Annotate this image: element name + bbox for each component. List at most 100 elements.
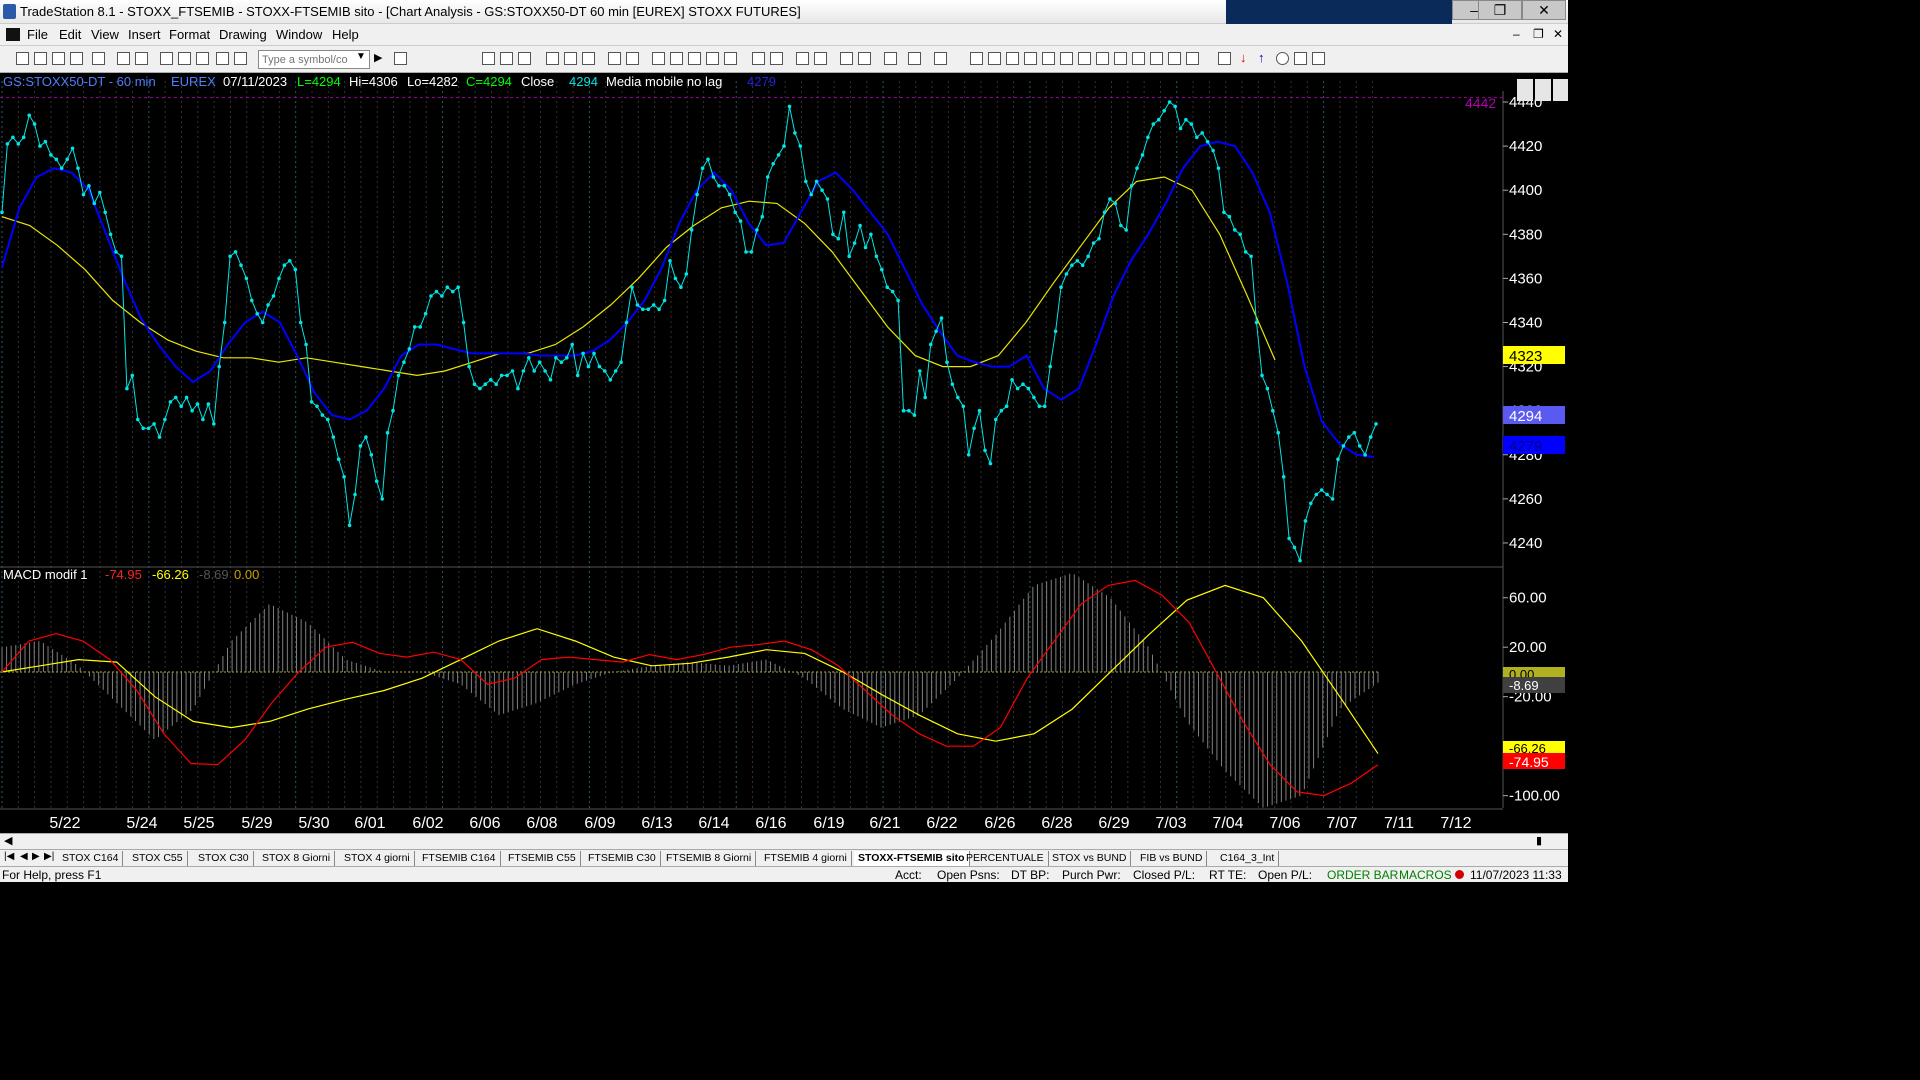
lock-icon[interactable] — [196, 52, 209, 65]
save-icon[interactable] — [52, 52, 65, 65]
andrews-icon[interactable] — [1186, 52, 1199, 65]
symbol-input[interactable] — [258, 50, 370, 69]
vertical-line-icon[interactable] — [988, 52, 1001, 65]
mdi-minimize-icon[interactable]: – — [1513, 27, 1520, 41]
menu-drawing[interactable]: Drawing — [219, 27, 267, 42]
text-icon[interactable] — [1024, 52, 1037, 65]
refresh-icon[interactable] — [582, 52, 595, 65]
crosshair-icon[interactable] — [858, 52, 871, 65]
mdi-close-icon[interactable]: ✕ — [1553, 27, 1563, 41]
tab-nav-next-icon[interactable]: ▶ — [32, 851, 40, 862]
arrow-down-icon[interactable]: ↓ — [1240, 50, 1247, 65]
trendline-icon[interactable] — [970, 52, 983, 65]
time-sales-icon[interactable] — [724, 52, 737, 65]
line-chart-icon[interactable] — [518, 52, 531, 65]
go-arrow-icon[interactable]: ▶ — [374, 51, 382, 64]
ellipse-icon[interactable] — [1276, 52, 1289, 65]
globe-icon[interactable] — [234, 52, 247, 65]
freehand-icon[interactable] — [1218, 52, 1231, 65]
chart-restore-icon[interactable] — [1535, 79, 1551, 101]
tab-nav-last-icon[interactable]: ▶| — [44, 851, 54, 862]
hotlist-icon[interactable] — [688, 52, 701, 65]
tab-percentuale[interactable]: PERCENTUALE — [962, 851, 1049, 866]
zoom-out-icon[interactable] — [814, 52, 827, 65]
new-icon[interactable] — [16, 52, 29, 65]
mdi-restore-icon[interactable]: ❐ — [1533, 27, 1544, 41]
scroll-right-icon[interactable]: ▮ — [1536, 834, 1542, 847]
print-preview-icon[interactable] — [117, 52, 130, 65]
tab-stox-c55[interactable]: STOX C55 — [128, 851, 188, 866]
print-icon[interactable] — [135, 52, 148, 65]
price-tag-blue: 4279 — [1509, 438, 1542, 455]
menu-insert[interactable]: Insert — [128, 27, 161, 42]
arrow-up-icon[interactable]: ↑ — [1258, 50, 1265, 65]
chart-minimize-icon[interactable] — [1517, 79, 1533, 101]
gann-icon[interactable] — [1096, 52, 1109, 65]
chart-close-icon[interactable] — [1553, 79, 1568, 101]
rectangle-icon[interactable] — [1294, 52, 1307, 65]
scroll-left-icon[interactable]: ◀ — [4, 834, 12, 847]
news-icon[interactable] — [706, 52, 719, 65]
spacing-increase-icon[interactable] — [752, 52, 765, 65]
fib-time-icon[interactable] — [1078, 52, 1091, 65]
zoom-in-icon[interactable] — [796, 52, 809, 65]
tab-ftsemib-c30[interactable]: FTSEMIB C30 — [584, 851, 661, 866]
tab-ftsemib-8-giorni[interactable]: FTSEMIB 8 Giorni — [662, 851, 757, 866]
spacing-decrease-icon[interactable] — [770, 52, 783, 65]
maximize-icon[interactable]: ❐ — [1478, 0, 1522, 20]
chart-area[interactable]: 4240426042804300432043404360438044004420… — [0, 73, 1568, 833]
tab-nav-prev-icon[interactable]: ◀ — [20, 851, 28, 862]
bar-chart-icon[interactable] — [482, 52, 495, 65]
tab-ftsemib-c55[interactable]: FTSEMIB C55 — [504, 851, 581, 866]
radar-icon[interactable] — [608, 52, 621, 65]
candle-chart-icon[interactable] — [500, 52, 513, 65]
horizontal-scrollbar[interactable]: ◀ ▮ — [0, 833, 1568, 849]
menu-edit[interactable]: Edit — [59, 27, 81, 42]
find-symbol-icon[interactable] — [394, 52, 407, 65]
tab-stox-4-giorni[interactable]: STOX 4 giorni — [340, 851, 415, 866]
macros-button[interactable]: MACROS — [1399, 868, 1452, 882]
speed-lines-icon[interactable] — [1168, 52, 1181, 65]
copy-icon[interactable] — [178, 52, 191, 65]
chart-window-icon[interactable] — [6, 28, 20, 41]
tab-stox-vs-bund[interactable]: STOX vs BUND — [1048, 851, 1132, 866]
tab-stox-c164[interactable]: STOX C164 — [58, 851, 124, 866]
channel-icon[interactable] — [1150, 52, 1163, 65]
fib-icon[interactable] — [1060, 52, 1073, 65]
tools-icon[interactable] — [216, 52, 229, 65]
options-icon[interactable] — [652, 52, 665, 65]
tab-nav-first-icon[interactable]: |◀ — [4, 851, 14, 862]
tab-fib-vs-bund[interactable]: FIB vs BUND — [1136, 851, 1208, 866]
indicator-icon[interactable] — [546, 52, 559, 65]
arrow-h-icon[interactable] — [1132, 52, 1145, 65]
menu-window[interactable]: Window — [276, 27, 322, 42]
save-all-icon[interactable] — [70, 52, 83, 65]
open-icon[interactable] — [34, 52, 47, 65]
tab-stox-8-giorni[interactable]: STOX 8 Giorni — [258, 851, 336, 866]
menu-file[interactable]: File — [27, 27, 48, 42]
tab-c164-3-int[interactable]: C164_3_Int — [1216, 851, 1280, 866]
matrix-icon[interactable] — [670, 52, 683, 65]
scanner-icon[interactable] — [626, 52, 639, 65]
strategy-icon[interactable] — [564, 52, 577, 65]
regression-icon[interactable] — [1114, 52, 1127, 65]
disabled-icon[interactable] — [934, 52, 947, 65]
settings-icon[interactable] — [884, 52, 897, 65]
horizontal-line-icon[interactable] — [1006, 52, 1019, 65]
arc-icon[interactable] — [1042, 52, 1055, 65]
tab-ftsemib-4-giorni[interactable]: FTSEMIB 4 giorni — [760, 851, 852, 866]
pointer-icon[interactable] — [840, 52, 853, 65]
folder-icon[interactable] — [92, 52, 105, 65]
tab-stox-c30[interactable]: STOX C30 — [194, 851, 254, 866]
menu-view[interactable]: View — [91, 27, 119, 42]
symbol-dropdown-icon[interactable]: ▼ — [356, 51, 366, 62]
abc-text-icon[interactable] — [1312, 52, 1325, 65]
format-window-icon[interactable] — [908, 52, 921, 65]
tab-stoxx-ftsemib-sito[interactable]: STOXX-FTSEMIB sito — [854, 851, 970, 866]
menu-format[interactable]: Format — [169, 27, 210, 42]
cut-icon[interactable] — [160, 52, 173, 65]
close-icon[interactable]: ✕ — [1522, 0, 1566, 20]
menu-help[interactable]: Help — [332, 27, 359, 42]
tab-ftsemib-c164[interactable]: FTSEMIB C164 — [418, 851, 501, 866]
order-bar-button[interactable]: ORDER BAR — [1327, 868, 1398, 882]
